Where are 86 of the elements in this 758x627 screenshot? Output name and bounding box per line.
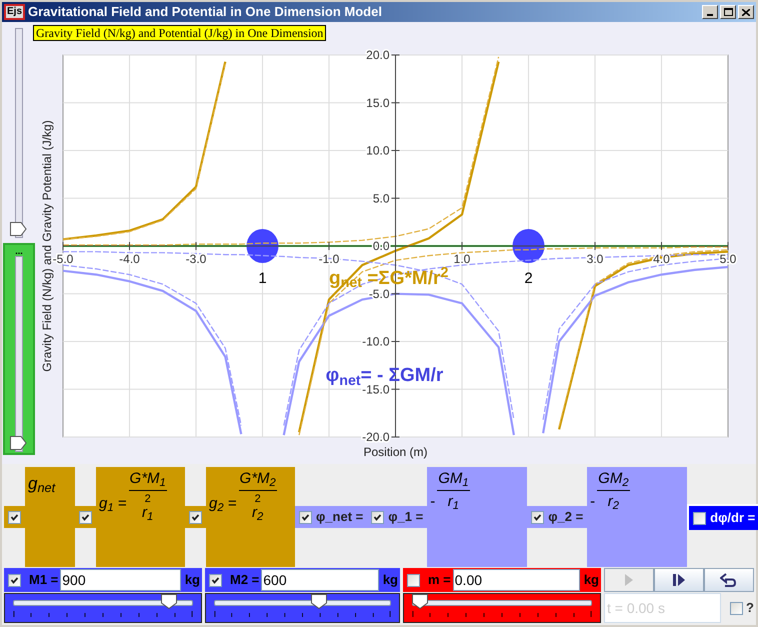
tick-label: -15.0 <box>362 382 390 396</box>
close-icon <box>742 8 750 16</box>
play-icon <box>624 573 634 587</box>
slider-thumb[interactable] <box>412 594 428 609</box>
slider-thumb[interactable] <box>10 436 27 450</box>
input-field[interactable]: 900 <box>60 569 181 591</box>
minus-sign: - <box>590 492 596 512</box>
option-label: φ_1 = <box>388 508 424 526</box>
mass-marker <box>246 229 278 263</box>
equation-lhs: g$_{net}$ <box>28 473 56 496</box>
checkbox[interactable] <box>189 510 202 524</box>
checkbox[interactable] <box>8 574 21 586</box>
tick-label: 5.0 <box>720 252 736 266</box>
tick-label: -20.0 <box>362 430 390 444</box>
numerator: GM$_{2}$ <box>597 471 630 487</box>
mass-label: 1 <box>258 270 267 287</box>
equation-lhs: g$_{2}$ = <box>209 494 237 516</box>
input-field[interactable]: 0.00 <box>452 569 580 591</box>
option-label: φ_2 = <box>548 508 584 526</box>
denominator: r$_{1}$ <box>142 505 154 521</box>
tick-label: -4.0 <box>119 252 140 266</box>
slider-track[interactable] <box>15 28 23 238</box>
unit-label: kg <box>582 571 600 590</box>
denominator: r$_{1}$ <box>448 494 460 510</box>
axis-title: Position (m) <box>364 445 428 459</box>
checkbox[interactable] <box>209 574 222 586</box>
reset-button[interactable] <box>704 568 754 592</box>
minus-sign: - <box>430 492 436 512</box>
checkbox[interactable] <box>8 510 21 524</box>
tick-label: 15.0 <box>366 96 390 110</box>
slider-thumb[interactable] <box>10 222 27 236</box>
maximize-icon <box>724 8 732 16</box>
mass-label: 2 <box>524 270 533 287</box>
input-field[interactable]: 600 <box>261 569 379 591</box>
slider-track[interactable] <box>214 600 391 606</box>
slider-label: ... <box>15 246 23 256</box>
unit-label: kg <box>184 571 201 590</box>
close-button[interactable] <box>738 5 754 19</box>
checkbox[interactable] <box>531 510 544 524</box>
minimize-button[interactable] <box>702 5 718 19</box>
tick-label: 1.0 <box>454 252 470 266</box>
chart-title: Gravity Field (N/kg) and Potential (J/kg) in One Dimension <box>33 25 326 41</box>
step-button[interactable] <box>654 568 704 592</box>
tick-label: -3.0 <box>186 252 206 266</box>
slider-track[interactable] <box>13 600 193 606</box>
checkbox[interactable] <box>79 510 92 524</box>
checkbox[interactable] <box>730 602 743 614</box>
slider-track[interactable] <box>15 256 23 452</box>
tick-label: 5.0 <box>372 191 390 206</box>
checkbox[interactable] <box>693 512 706 524</box>
tick-label: -1.0 <box>318 252 340 266</box>
slider-thumb[interactable] <box>160 594 177 609</box>
slider-thumb[interactable] <box>310 594 327 609</box>
denominator: r$_{2}$ <box>252 505 264 521</box>
checkbox[interactable] <box>299 510 312 524</box>
tick-label: -5.0 <box>52 252 74 266</box>
numerator: G*M$_{2}$ <box>238 471 277 487</box>
app-logo: Ejs <box>4 4 26 20</box>
window-title: Gravitational Field and Potential in One Dimension Model <box>28 3 382 22</box>
help-label: ? <box>746 599 754 618</box>
exponent: 2 <box>144 494 151 505</box>
axis-title: Gravity Field (N/kg) and Gravity Potential (J/kg) <box>40 120 54 372</box>
tick-label: 3.0 <box>586 252 604 266</box>
tick-label: -10.0 <box>362 334 390 348</box>
mass-marker <box>512 229 544 263</box>
checkbox[interactable] <box>407 574 420 586</box>
field-label: M1 = <box>29 571 58 590</box>
slider-track[interactable] <box>412 600 592 606</box>
tick-label: 10.0 <box>366 144 390 158</box>
field-label: m = <box>428 571 451 590</box>
maximize-button[interactable] <box>720 5 736 19</box>
numerator: GM$_{1}$ <box>437 471 470 487</box>
step-icon <box>672 573 686 587</box>
exponent: 2 <box>254 494 261 505</box>
denominator: r$_{2}$ <box>608 494 620 510</box>
option-label: φ_net = <box>316 508 364 526</box>
numerator: G*M$_{1}$ <box>128 471 167 487</box>
tick-label: -5.0 <box>368 286 390 301</box>
option-label: dφ/dr = <box>710 509 756 528</box>
field-label: M2 = <box>230 571 260 590</box>
minimize-icon <box>707 14 713 16</box>
equation-lhs: g$_{1}$ = <box>99 494 127 516</box>
unit-label: kg <box>382 571 399 590</box>
checkbox[interactable] <box>371 510 384 524</box>
tick-label: 20.0 <box>366 48 390 62</box>
reset-icon <box>720 572 738 588</box>
